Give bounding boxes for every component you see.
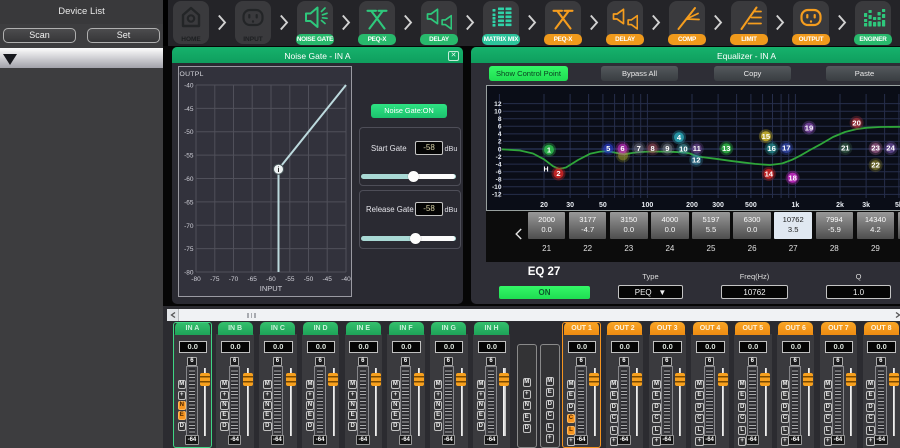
svg-text:23: 23 [871, 144, 879, 153]
svg-text:300: 300 [712, 202, 724, 209]
svg-text:12: 12 [692, 156, 700, 165]
svg-text:7: 7 [637, 144, 641, 153]
svg-text:-80: -80 [191, 276, 201, 283]
svg-text:0: 0 [498, 146, 502, 153]
svg-text:-70: -70 [229, 276, 239, 283]
svg-text:-6: -6 [496, 169, 502, 176]
svg-text:6: 6 [620, 144, 624, 153]
svg-text:-70: -70 [184, 223, 194, 230]
svg-text:100: 100 [642, 202, 654, 209]
svg-text:9: 9 [665, 144, 669, 153]
svg-text:22: 22 [871, 161, 879, 170]
svg-text:11: 11 [693, 144, 702, 153]
svg-text:6: 6 [498, 124, 502, 131]
svg-text:30: 30 [566, 202, 574, 209]
svg-text:-45: -45 [322, 276, 332, 283]
svg-text:5k: 5k [895, 202, 900, 209]
svg-text:14: 14 [765, 170, 774, 179]
svg-text:-55: -55 [184, 153, 194, 160]
svg-text:20: 20 [540, 202, 548, 209]
svg-text:16: 16 [767, 144, 775, 153]
svg-text:-75: -75 [184, 246, 194, 253]
svg-text:-45: -45 [184, 106, 194, 113]
svg-text:20: 20 [852, 119, 860, 128]
svg-text:2k: 2k [836, 202, 844, 209]
svg-text:18: 18 [788, 173, 796, 182]
svg-text:3k: 3k [862, 202, 870, 209]
svg-text:-60: -60 [184, 176, 194, 183]
svg-text:19: 19 [805, 123, 813, 132]
svg-text:17: 17 [782, 144, 790, 153]
svg-text:-10: -10 [492, 184, 502, 191]
svg-text:-4: -4 [496, 161, 502, 168]
svg-text:4: 4 [498, 131, 502, 138]
svg-text:-40: -40 [341, 276, 351, 283]
svg-text:13: 13 [722, 144, 730, 153]
svg-text:10: 10 [494, 109, 502, 116]
svg-text:50: 50 [599, 202, 607, 209]
svg-text:-65: -65 [184, 199, 194, 206]
svg-text:8: 8 [650, 144, 654, 153]
svg-text:-8: -8 [496, 177, 502, 184]
svg-text:-60: -60 [266, 276, 276, 283]
svg-text:-65: -65 [247, 276, 257, 283]
svg-text:15: 15 [762, 132, 771, 141]
svg-text:-75: -75 [210, 276, 220, 283]
svg-text:500: 500 [745, 202, 757, 209]
svg-text:10: 10 [679, 145, 687, 154]
svg-text:200: 200 [686, 202, 698, 209]
svg-text:21: 21 [841, 144, 850, 153]
svg-text:INPUT: INPUT [260, 284, 283, 293]
svg-text:-55: -55 [285, 276, 295, 283]
svg-text:-12: -12 [492, 192, 502, 199]
svg-text:2: 2 [498, 139, 502, 146]
svg-text:8: 8 [498, 116, 502, 123]
svg-text:-50: -50 [184, 129, 194, 136]
svg-text:2: 2 [556, 169, 560, 178]
svg-text:24: 24 [886, 144, 895, 153]
svg-text:i: i [278, 167, 280, 174]
svg-text:-40: -40 [184, 83, 194, 90]
svg-text:1k: 1k [792, 202, 800, 209]
svg-text:-50: -50 [304, 276, 314, 283]
svg-text:-2: -2 [496, 154, 502, 161]
svg-text:12: 12 [494, 101, 502, 108]
svg-text:H: H [543, 167, 548, 174]
